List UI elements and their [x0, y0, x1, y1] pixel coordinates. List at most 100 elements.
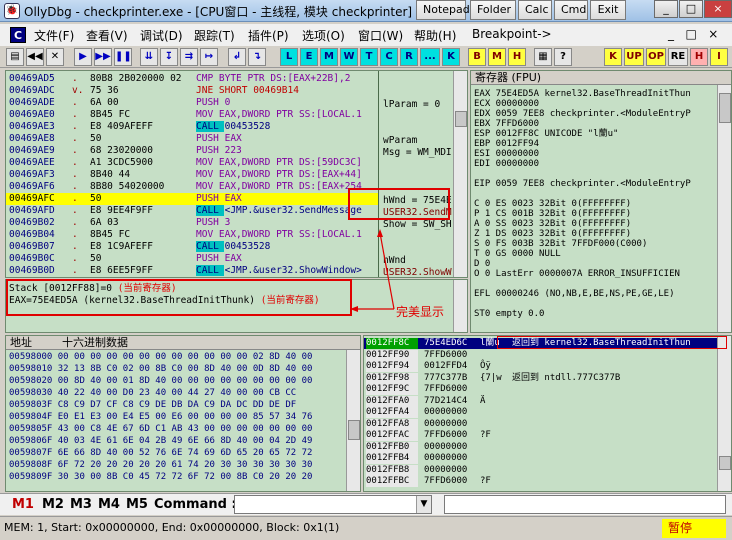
dump-col-hex[interactable]: 十六进制数据	[62, 336, 128, 349]
register-row[interactable]: O 0 LastErr 0000007A ERROR_INSUFFICIEN	[474, 269, 714, 279]
menu-help[interactable]: 帮助(H)	[414, 27, 456, 43]
register-row[interactable]: Z 1 DS 0023 32Bit 0(FFFFFFFF)	[474, 229, 714, 239]
dump-row[interactable]: 0059804F E0 E1 E3 00 E4 E5 00 E6 00 00 0…	[9, 412, 312, 423]
tab-m2[interactable]: M2	[42, 497, 64, 512]
register-row[interactable]: EAX 75E4ED5A kernel32.BaseThreadInitThun	[474, 89, 714, 99]
disassembly-row[interactable]: 00469ADE. 6A 00 PUSH 0	[6, 97, 378, 109]
stack-row[interactable]: 0012FFA8 00000000	[364, 418, 719, 430]
register-row[interactable]: D 0	[474, 259, 714, 269]
settings-icon[interactable]: ▦	[534, 48, 552, 66]
restart-icon[interactable]: ◀◀	[26, 48, 44, 66]
register-row[interactable]: ST0 empty 0.0	[474, 309, 714, 319]
disassembly-row[interactable]: 00469AE0. 8B45 FC MOV EAX,DWORD PTR SS:[LO…	[6, 109, 378, 121]
register-row[interactable]: ECX 00000000	[474, 99, 714, 109]
disassembly-row[interactable]: 00469ADC v. 75 36 JNE SHORT 00469B14	[6, 85, 378, 97]
open-icon[interactable]: ▤	[6, 48, 24, 66]
command-dropdown-icon[interactable]: ▼	[416, 496, 431, 513]
disassembly-row[interactable]: 00469B0D. E8 6EE5F9FF CALL <JMP.&user32.Sh…	[6, 265, 378, 277]
registers-header[interactable]: 寄存器 (FPU)	[471, 71, 731, 85]
register-row[interactable]: EDX 0059 7EE8 checkprinter.<ModuleEntryP	[474, 109, 714, 119]
exit-button[interactable]: Exit	[590, 0, 626, 20]
stack-row[interactable]: 0012FF9C 7FFD6000	[364, 384, 719, 395]
hardware-breakpoints-button[interactable]: H	[508, 48, 526, 66]
stack-row[interactable]: 0012FFAC 7FFD6000 ?F	[364, 430, 719, 441]
register-row[interactable]: S 0 FS 003B 32Bit 7FFDF000(C000)	[474, 239, 714, 249]
menu-plugins[interactable]: 插件(P)	[248, 27, 289, 43]
disassembly-row[interactable]: 00469AF6. 8B80 54020000 MOV EAX,DWORD PTR …	[6, 181, 378, 193]
dump-scroll-thumb[interactable]	[348, 420, 360, 440]
log-window-button[interactable]: L	[280, 48, 298, 66]
close-program-icon[interactable]: ✕	[46, 48, 64, 66]
plugin-i-button[interactable]: I	[710, 48, 728, 66]
stack-row[interactable]: 0012FFB4 00000000	[364, 453, 719, 464]
register-row[interactable]	[474, 189, 714, 199]
dump-row[interactable]: 0059806F 40 03 4E 61 6E 04 2B 49 6E 66 8…	[9, 436, 312, 447]
info-scrollbar[interactable]	[453, 280, 467, 332]
register-row[interactable]: EBX 7FFD6000	[474, 119, 714, 129]
execute-till-return-icon[interactable]: ↴	[248, 48, 266, 66]
plugin-up-button[interactable]: UP	[624, 48, 644, 66]
dump-row[interactable]: 0059803F C8 C9 D7 CF C8 C9 DE DB DA C9 D…	[9, 400, 296, 411]
child-maximize-button[interactable]: □	[685, 27, 696, 41]
stack-row[interactable]: 0012FF94 0012FFD4 Ôÿ	[364, 361, 719, 372]
tab-m3[interactable]: M3	[70, 497, 92, 512]
disassembly-row[interactable]: 00469B04. 8B45 FC MOV EAX,DWORD PTR SS:[LO…	[6, 229, 378, 241]
call-stack-button[interactable]: K	[442, 48, 460, 66]
command-input[interactable]	[234, 495, 432, 514]
register-row[interactable]: EFL 00000246 (NO,NB,E,BE,NS,PE,GE,LE)	[474, 289, 714, 299]
register-row[interactable]: EIP 0059 7EE8 checkprinter.<ModuleEntryP	[474, 179, 714, 189]
dump-row[interactable]: 00598020 00 8D 40 00 01 8D 40 00 00 00 0…	[9, 376, 312, 387]
plugin-re-button[interactable]: RE	[668, 48, 688, 66]
breakpoints-button[interactable]: B	[468, 48, 486, 66]
menu-file[interactable]: 文件(F)	[34, 27, 74, 43]
stack-row[interactable]: 0012FFA4 00000000	[364, 407, 719, 418]
stack-row[interactable]: 0012FF98 777C377B {7|w 返回到 ntdll.777C377B	[364, 372, 719, 384]
register-row[interactable]: EDI 00000000	[474, 159, 714, 169]
close-button[interactable]: ×	[704, 0, 732, 18]
stack-row[interactable]: 0012FFB8 00000000	[364, 464, 719, 476]
child-close-button[interactable]: ×	[708, 27, 718, 41]
disassembly-row[interactable]: 00469B07. E8 1C9AFEFF CALL 00453528	[6, 241, 378, 253]
trace-over-icon[interactable]: ↦	[200, 48, 218, 66]
disassembly-row[interactable]: 00469AEE. A1 3CDC5900 MOV EAX,DWORD PTR DS…	[6, 157, 378, 169]
menu-debug[interactable]: 调试(D)	[140, 27, 183, 43]
tab-m1[interactable]: M1	[12, 497, 34, 512]
stack-scroll-thumb[interactable]	[719, 456, 731, 470]
register-row[interactable]: A 0 SS 0023 32Bit 0(FFFFFFFF)	[474, 219, 714, 229]
plugin-op-button[interactable]: OP	[646, 48, 666, 66]
trace-into-icon[interactable]: ⇉	[180, 48, 198, 66]
run-thread-icon[interactable]: ▶▶	[94, 48, 112, 66]
disassembly-row[interactable]: 00469B0C. 50 PUSH EAX	[6, 253, 378, 265]
dump-row[interactable]: 0059808F 6F 72 20 20 20 20 20 61 74 20 3…	[9, 460, 312, 471]
dump-col-address[interactable]: 地址	[10, 336, 32, 349]
step-over-icon[interactable]: ↧	[160, 48, 178, 66]
folder-button[interactable]: Folder	[470, 0, 516, 20]
stack-row[interactable]: 0012FFA0 77D214C4 Ä	[364, 395, 719, 407]
disassembly-row[interactable]: 00469AE3. E8 409AFEFF CALL 00453528	[6, 121, 378, 133]
tab-m4[interactable]: M4	[98, 497, 120, 512]
dump-row[interactable]: 00598000 00 00 00 00 00 00 00 00 00 00 0…	[9, 352, 312, 363]
modules-button[interactable]: E	[300, 48, 318, 66]
help-icon[interactable]: ?	[554, 48, 572, 66]
stack-row[interactable]: 0012FF90 7FFD6000	[364, 349, 719, 361]
menu-trace[interactable]: 跟踪(T)	[194, 27, 235, 43]
disassembly-row[interactable]: 00469AF3. 8B40 44 MOV EAX,DWORD PTR DS:[EA…	[6, 169, 378, 181]
plugin-k-button[interactable]: K	[604, 48, 622, 66]
register-row[interactable]: P 1 CS 001B 32Bit 0(FFFFFFFF)	[474, 209, 714, 219]
run-trace-button[interactable]: ...	[420, 48, 440, 66]
register-row[interactable]	[474, 299, 714, 309]
stack-row[interactable]: 0012FFBC 7FFD6000 ?F	[364, 476, 719, 487]
disassembly-row[interactable]: 00469AFC. 50 PUSH EAX	[6, 193, 378, 205]
cpu-button[interactable]: C	[380, 48, 398, 66]
memory-button[interactable]: M	[320, 48, 338, 66]
menu-options[interactable]: 选项(O)	[302, 27, 345, 43]
registers-scroll-thumb[interactable]	[719, 93, 731, 123]
menu-window[interactable]: 窗口(W)	[358, 27, 403, 43]
tab-m5[interactable]: M5	[126, 497, 148, 512]
dump-row[interactable]: 0059805F 43 00 C8 4E 67 6D C1 AB 43 00 0…	[9, 424, 312, 435]
dump-row[interactable]: 0059807F 6E 66 8D 40 00 52 76 6E 74 69 6…	[9, 448, 312, 459]
dump-scrollbar[interactable]	[346, 350, 360, 491]
disassembly-scrollbar[interactable]	[453, 71, 467, 277]
register-row[interactable]: EBP 0012FF94	[474, 139, 714, 149]
plugin-h-button[interactable]: H	[690, 48, 708, 66]
